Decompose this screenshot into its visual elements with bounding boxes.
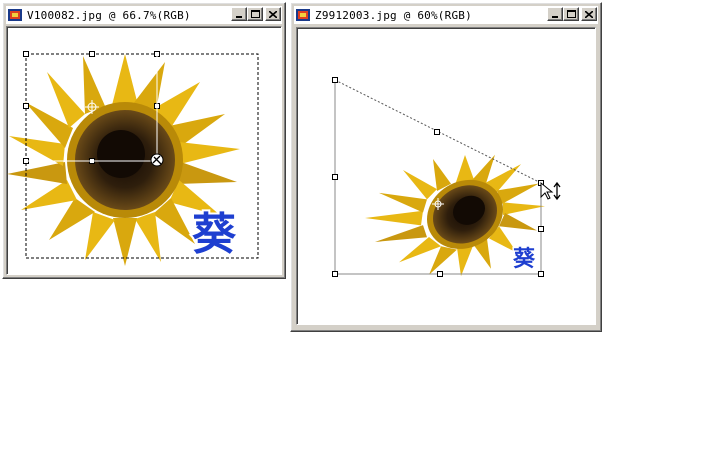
close-icon [269,10,277,18]
close-button[interactable] [265,7,281,21]
sunflower-image-right: 葵 葵 [332,77,561,277]
minimize-button[interactable] [231,7,247,21]
document-window-left[interactable]: V100082.jpg @ 66.7%(RGB) 葵 葵 [2,2,286,279]
photoshop-document-icon [296,9,310,21]
title-bar-right[interactable]: Z9912003.jpg @ 60%(RGB) [294,6,598,24]
sunflower-image-left: 葵 葵 [7,51,259,266]
close-button[interactable] [581,7,597,21]
sunflower-character-right: 葵 [512,246,536,272]
window-title-left: V100082.jpg @ 66.7%(RGB) [27,8,191,22]
maximize-icon [250,10,260,18]
minimize-button[interactable] [547,7,563,21]
arrow-resize-cursor-icon [540,181,561,201]
maximize-button[interactable] [247,7,263,21]
maximize-icon [566,10,576,18]
scissors-transform-cursor-icon [150,153,164,167]
maximize-button[interactable] [563,7,579,21]
minimize-icon [552,16,558,18]
minimize-icon [236,16,242,18]
window-title-right: Z9912003.jpg @ 60%(RGB) [315,8,472,22]
photoshop-document-icon [8,9,22,21]
image-canvas-right[interactable]: 葵 葵 [296,27,596,325]
image-canvas-left[interactable]: 葵 葵 [6,26,282,275]
close-icon [585,10,593,18]
title-bar-left[interactable]: V100082.jpg @ 66.7%(RGB) [6,6,282,24]
document-window-right[interactable]: Z9912003.jpg @ 60%(RGB) 葵 葵 [290,2,602,332]
sunflower-character-left: 葵 [192,209,237,260]
